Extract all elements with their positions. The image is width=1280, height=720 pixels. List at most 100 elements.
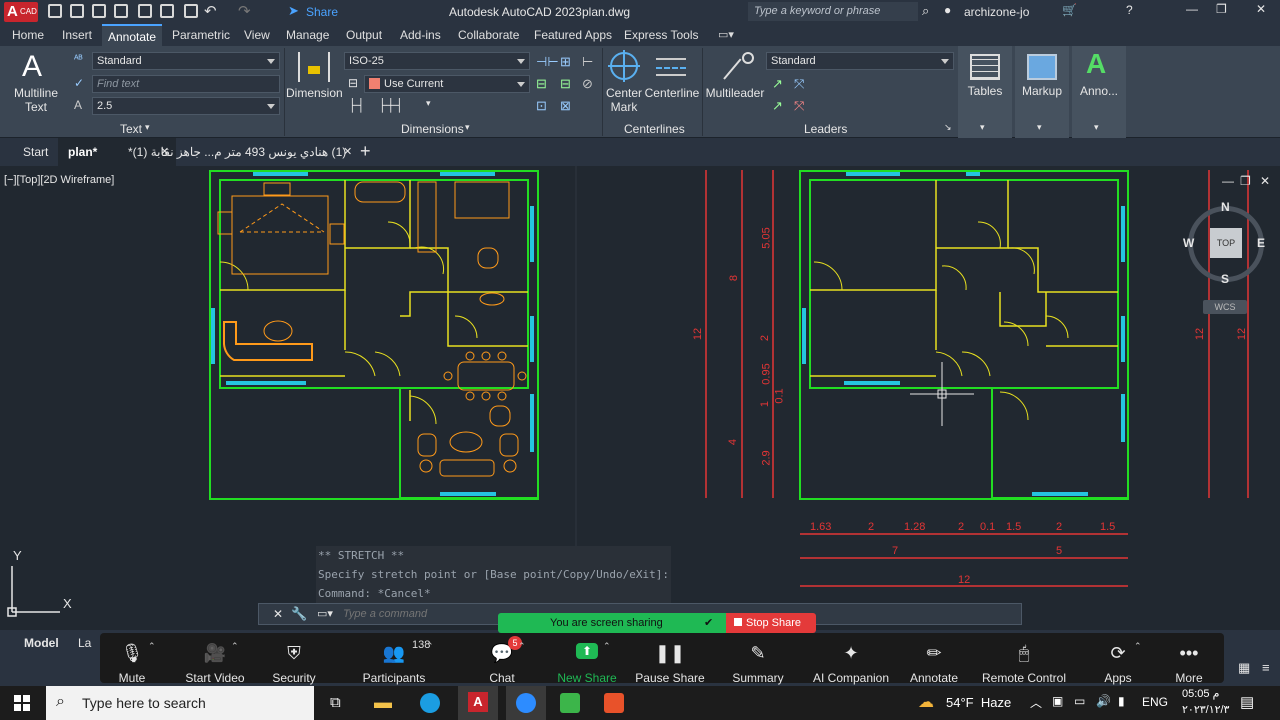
file-explorer-icon[interactable]: ▬ — [374, 692, 392, 713]
tab-add-ins[interactable]: Add-ins — [400, 28, 441, 42]
centerline-icon[interactable] — [656, 58, 686, 76]
collect-leader-icon[interactable]: ⤧ — [794, 98, 804, 114]
viewcube-top-face[interactable]: TOP — [1210, 228, 1242, 258]
undo-icon[interactable]: ↶ — [204, 2, 217, 20]
tab-express-tools[interactable]: Express Tools — [624, 28, 698, 42]
clock-date[interactable]: ٢٠٢٣/١٢/٣ — [1182, 703, 1229, 716]
autocad-logo[interactable]: A CAD — [4, 2, 38, 22]
compass-south[interactable]: S — [1221, 272, 1229, 286]
clock-time[interactable]: 05:05 م — [1182, 687, 1219, 700]
zoom-chat-button[interactable]: 💬 Chat 5 ⌃ — [462, 633, 542, 685]
text-height-dropdown[interactable]: 2.5 — [92, 97, 280, 115]
multileader-label[interactable]: Multileader — [704, 86, 766, 100]
zoom-more-button[interactable]: ••• More — [1149, 633, 1229, 685]
zoom-mute-button[interactable]: 🎙 Mute ⌃ — [92, 633, 172, 685]
help-icon[interactable]: ? — [1126, 3, 1133, 17]
centerlines-panel-title[interactable]: Centerlines — [624, 122, 685, 136]
volume-icon[interactable]: 🔊 — [1096, 694, 1111, 708]
zoom-remote-control-button[interactable]: 🖱 Remote Control — [982, 633, 1066, 685]
layout-tab-layout[interactable]: La — [78, 636, 91, 650]
annotation-button[interactable]: A Anno... ▾ — [1072, 46, 1126, 138]
dim-break-icon[interactable]: ⊣⊢ — [536, 54, 559, 70]
zoom-annotate-button[interactable]: ✏ Annotate — [894, 633, 974, 685]
multiline-text-label[interactable]: Multiline Text — [8, 86, 64, 114]
stop-share-button[interactable]: Stop Share — [726, 613, 816, 633]
command-customize-icon[interactable]: 🔧 — [291, 606, 307, 622]
viewport-restore-icon[interactable]: ❐ — [1240, 174, 1251, 188]
chevron-up-icon[interactable]: ⌃ — [231, 641, 239, 652]
dim-tool-icon[interactable]: ⊟ — [348, 76, 358, 90]
layout-tab-model[interactable]: Model — [24, 636, 59, 650]
print-icon[interactable] — [160, 4, 174, 18]
dim-oblique-icon[interactable]: ⊘ — [582, 76, 593, 92]
tab-parametric[interactable]: Parametric — [172, 28, 230, 42]
zoom-apps-button[interactable]: ⟳ Apps ⌃ — [1078, 633, 1158, 685]
network-icon[interactable]: ▭ — [1074, 694, 1085, 708]
plot-icon[interactable] — [138, 4, 152, 18]
dim-inspect-icon[interactable]: ⊡ — [536, 98, 547, 114]
close-tab-icon[interactable]: ✕ — [343, 145, 352, 158]
dim-layer-dropdown[interactable]: Use Current — [364, 75, 530, 93]
battery-icon[interactable]: ▮ — [1118, 694, 1125, 708]
zoom-security-button[interactable]: ⛨ Security — [254, 633, 334, 685]
dim-adjust-icon[interactable]: ⊞ — [560, 54, 571, 70]
compass-west[interactable]: W — [1183, 236, 1194, 250]
chevron-up-icon[interactable]: ⌃ — [148, 641, 156, 652]
open-folder-icon[interactable] — [70, 4, 84, 18]
tab-collaborate[interactable]: Collaborate — [458, 28, 519, 42]
dim-style-dropdown[interactable]: ISO-25 — [344, 52, 530, 70]
text-panel-title[interactable]: Text — [120, 122, 142, 136]
recorder-icon[interactable] — [604, 693, 624, 713]
status-menu-icon[interactable]: ≡ — [1262, 660, 1270, 675]
leaders-panel-title[interactable]: Leaders — [804, 122, 847, 136]
tables-button[interactable]: Tables ▾ — [958, 46, 1012, 138]
windows-start-icon[interactable] — [14, 695, 30, 711]
tab-featured-apps[interactable]: Featured Apps — [534, 28, 612, 42]
search-icon[interactable]: ⌕ — [922, 3, 929, 19]
chevron-up-icon[interactable]: ⌃ — [603, 641, 611, 652]
tab-home[interactable]: Home — [12, 28, 44, 42]
restore-icon[interactable]: ❐ — [1216, 2, 1227, 16]
dim-reassoc-icon[interactable]: ⊠ — [560, 98, 571, 114]
zoom-participants-button[interactable]: 👥 Participants 138 ⌃ — [354, 633, 434, 685]
center-mark-label[interactable]: Center Mark — [604, 86, 644, 114]
dim-continue-icon[interactable]: ├┼┤ — [378, 98, 404, 112]
tab-view[interactable]: View — [244, 28, 270, 42]
centerline-label[interactable]: Centerline — [644, 86, 700, 100]
zoom-start-video-button[interactable]: 🎥 Start Video ⌃ — [175, 633, 255, 685]
dim-linear-icon[interactable]: ├┤ — [348, 98, 365, 112]
dim-override-icon[interactable]: ⊢ — [582, 54, 593, 70]
language-indicator[interactable]: ENG — [1142, 695, 1168, 709]
zoom-ai-companion-button[interactable]: ✦ AI Companion — [811, 633, 891, 685]
compass-east[interactable]: E — [1257, 236, 1265, 250]
zoom-summary-button[interactable]: ✎ Summary — [718, 633, 798, 685]
redo-icon[interactable]: ↷ — [238, 2, 251, 20]
zoom-taskbar-icon[interactable] — [506, 686, 546, 720]
tray-chevron-icon[interactable]: ︿ — [1030, 694, 1042, 711]
save-icon[interactable] — [92, 4, 106, 18]
minimize-icon[interactable]: — — [1186, 2, 1198, 16]
camtasia-icon[interactable] — [560, 693, 580, 713]
tab-output[interactable]: Output — [346, 28, 382, 42]
weather-text[interactable]: 54°F Haze — [946, 695, 1011, 710]
new-file-icon[interactable] — [48, 4, 62, 18]
text-panel-expand-icon[interactable]: ▾ — [145, 122, 150, 133]
command-close-icon[interactable]: ✕ — [273, 607, 283, 621]
tab-manage[interactable]: Manage — [286, 28, 329, 42]
ribbon-minimize-icon[interactable]: ▭▾ — [718, 28, 734, 41]
taskbar-search[interactable]: ⌕ Type here to search — [46, 686, 314, 720]
open-icon[interactable] — [184, 4, 198, 18]
zoom-new-share-button[interactable]: ⬆ New Share ⌃ — [547, 633, 627, 685]
chevron-up-icon[interactable]: ⌃ — [1134, 641, 1142, 652]
zoom-pause-share-button[interactable]: ❚❚ Pause Share — [630, 633, 710, 685]
share-button[interactable]: Share — [306, 5, 338, 19]
file-tab-other[interactable]: (1) هنادي يونس 493 متر م... جاهز نقابة (… — [128, 145, 346, 159]
chevron-up-icon[interactable]: ⌃ — [426, 641, 434, 652]
tray-app-icon[interactable]: ▣ — [1052, 694, 1063, 708]
dimension-icon[interactable] — [298, 52, 330, 82]
center-mark-icon[interactable] — [608, 50, 640, 82]
new-tab-button[interactable]: + — [360, 141, 371, 162]
command-recent-icon[interactable]: ▭▾ — [317, 607, 333, 620]
find-text-input[interactable]: Find text — [92, 75, 280, 93]
dimension-label[interactable]: Dimension — [286, 86, 343, 100]
